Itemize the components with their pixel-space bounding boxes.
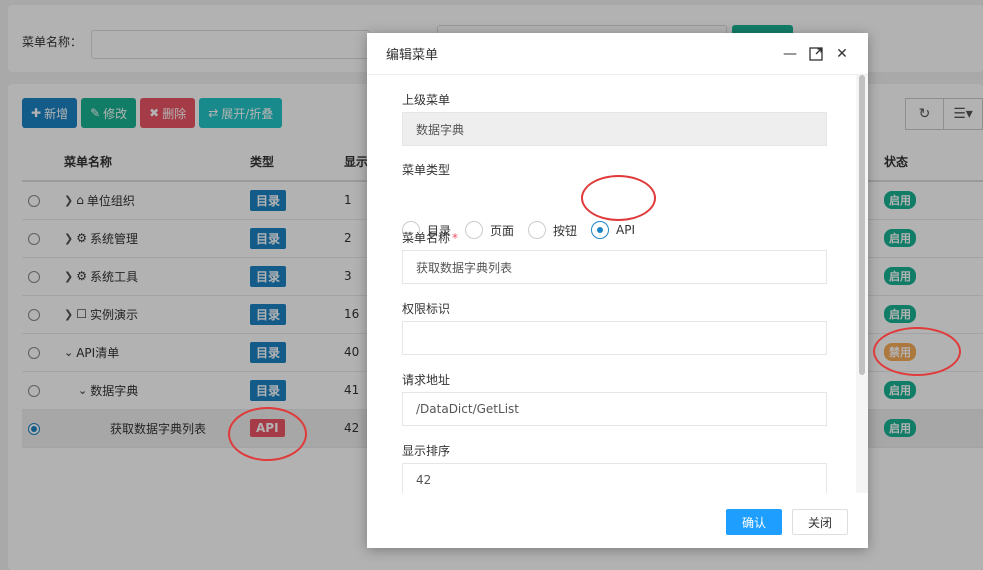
annotation-ring-api-option (581, 175, 656, 221)
menu-name-label: 菜单名称 * (402, 231, 459, 245)
minimize-icon[interactable]: — (782, 46, 798, 62)
dialog-footer: 确认 关闭 (367, 493, 868, 548)
confirm-button[interactable]: 确认 (726, 509, 782, 535)
display-order-label: 显示排序 (402, 444, 451, 458)
annotation-ring-disabled-status (873, 327, 961, 376)
menu-type-label: 菜单类型 (402, 163, 451, 177)
request-url-input[interactable]: /DataDict/GetList (402, 392, 827, 426)
display-order-input[interactable]: 42 (402, 463, 827, 493)
close-icon[interactable]: ✕ (834, 46, 850, 62)
menu-type-api[interactable]: API (591, 221, 635, 239)
dialog-body: 上级菜单 数据字典 菜单类型 目录 页面 按钮 API 菜单名称 * 获取数据字典… (367, 75, 868, 493)
dialog-title: 编辑菜单 (386, 48, 439, 63)
close-button[interactable]: 关闭 (792, 509, 848, 535)
menu-type-page[interactable]: 页面 (465, 221, 514, 239)
request-url-label: 请求地址 (402, 373, 451, 387)
scrollbar-thumb[interactable] (859, 75, 865, 375)
required-marker: * (452, 231, 459, 245)
permission-input[interactable] (402, 321, 827, 355)
menu-type-button[interactable]: 按钮 (528, 221, 577, 239)
menu-name-input[interactable]: 获取数据字典列表 (402, 250, 827, 284)
parent-menu-field[interactable]: 数据字典 (402, 112, 827, 146)
maximize-icon[interactable] (808, 46, 824, 62)
parent-menu-label: 上级菜单 (402, 93, 451, 107)
permission-label: 权限标识 (402, 302, 451, 316)
edit-menu-dialog: 编辑菜单 — ✕ 上级菜单 数据字典 菜单类型 目录 页面 按钮 API 菜单名… (367, 33, 868, 548)
annotation-ring-api-badge (228, 407, 307, 461)
dialog-header: 编辑菜单 — ✕ (367, 33, 868, 75)
